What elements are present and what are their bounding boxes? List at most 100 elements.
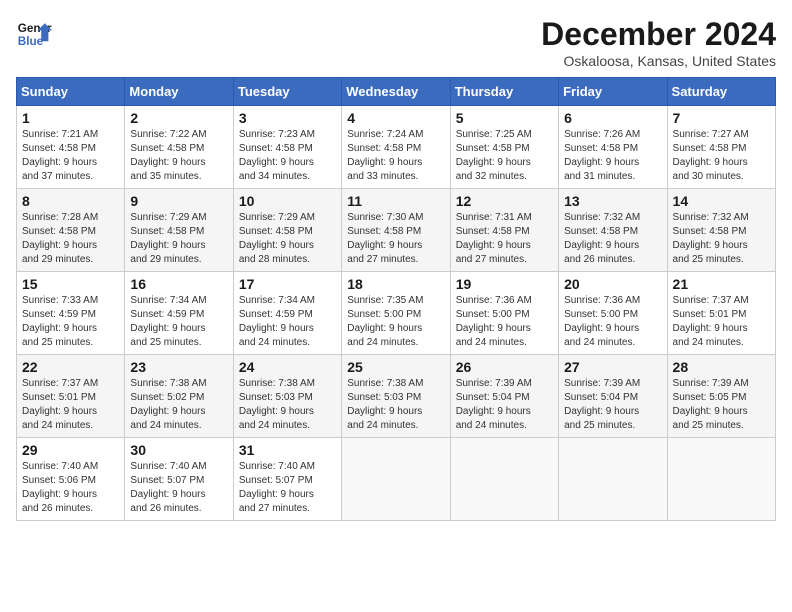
day-cell bbox=[667, 438, 775, 521]
day-cell: 19 Sunrise: 7:36 AM Sunset: 5:00 PM Dayli… bbox=[450, 272, 558, 355]
day-detail: Sunrise: 7:38 AM Sunset: 5:02 PM Dayligh… bbox=[130, 377, 227, 433]
day-cell: 13 Sunrise: 7:32 AM Sunset: 4:58 PM Dayli… bbox=[559, 189, 667, 272]
day-cell: 16 Sunrise: 7:34 AM Sunset: 4:59 PM Dayli… bbox=[125, 272, 233, 355]
day-detail: Sunrise: 7:35 AM Sunset: 5:00 PM Dayligh… bbox=[347, 294, 444, 350]
header-cell-thursday: Thursday bbox=[450, 78, 558, 106]
day-number: 11 bbox=[347, 193, 444, 209]
day-number: 18 bbox=[347, 276, 444, 292]
day-cell: 25 Sunrise: 7:38 AM Sunset: 5:03 PM Dayli… bbox=[342, 355, 450, 438]
day-number: 7 bbox=[673, 110, 770, 126]
day-cell: 12 Sunrise: 7:31 AM Sunset: 4:58 PM Dayli… bbox=[450, 189, 558, 272]
day-cell: 18 Sunrise: 7:35 AM Sunset: 5:00 PM Dayli… bbox=[342, 272, 450, 355]
day-number: 27 bbox=[564, 359, 661, 375]
week-row-1: 1 Sunrise: 7:21 AM Sunset: 4:58 PM Daylig… bbox=[17, 106, 776, 189]
day-number: 19 bbox=[456, 276, 553, 292]
day-detail: Sunrise: 7:40 AM Sunset: 5:07 PM Dayligh… bbox=[130, 460, 227, 516]
week-row-3: 15Sunrise: 7:33 AM Sunset: 4:59 PM Dayli… bbox=[17, 272, 776, 355]
day-cell: 10 Sunrise: 7:29 AM Sunset: 4:58 PM Dayli… bbox=[233, 189, 341, 272]
day-number: 25 bbox=[347, 359, 444, 375]
day-number: 3 bbox=[239, 110, 336, 126]
header-cell-sunday: Sunday bbox=[17, 78, 125, 106]
day-number: 29 bbox=[22, 442, 119, 458]
day-cell: 24 Sunrise: 7:38 AM Sunset: 5:03 PM Dayli… bbox=[233, 355, 341, 438]
calendar-body: 1 Sunrise: 7:21 AM Sunset: 4:58 PM Daylig… bbox=[17, 106, 776, 521]
day-detail: Sunrise: 7:29 AM Sunset: 4:58 PM Dayligh… bbox=[130, 211, 227, 267]
day-number: 24 bbox=[239, 359, 336, 375]
day-number: 26 bbox=[456, 359, 553, 375]
day-detail: Sunrise: 7:28 AM Sunset: 4:58 PM Dayligh… bbox=[22, 211, 119, 267]
day-number: 16 bbox=[130, 276, 227, 292]
day-number: 14 bbox=[673, 193, 770, 209]
day-cell: 2Sunrise: 7:22 AM Sunset: 4:58 PM Daylig… bbox=[125, 106, 233, 189]
week-row-4: 22 Sunrise: 7:37 AM Sunset: 5:01 PM Dayli… bbox=[17, 355, 776, 438]
day-detail: Sunrise: 7:38 AM Sunset: 5:03 PM Dayligh… bbox=[239, 377, 336, 433]
header-row: SundayMondayTuesdayWednesdayThursdayFrid… bbox=[17, 78, 776, 106]
month-title: December 2024 bbox=[541, 16, 776, 53]
day-cell bbox=[342, 438, 450, 521]
day-detail: Sunrise: 7:29 AM Sunset: 4:58 PM Dayligh… bbox=[239, 211, 336, 267]
day-detail: Sunrise: 7:34 AM Sunset: 4:59 PM Dayligh… bbox=[239, 294, 336, 350]
day-cell: 1 Sunrise: 7:21 AM Sunset: 4:58 PM Daylig… bbox=[17, 106, 125, 189]
day-number: 2 bbox=[130, 110, 227, 126]
day-detail: Sunrise: 7:36 AM Sunset: 5:00 PM Dayligh… bbox=[564, 294, 661, 350]
day-number: 10 bbox=[239, 193, 336, 209]
day-number: 31 bbox=[239, 442, 336, 458]
day-number: 6 bbox=[564, 110, 661, 126]
day-number: 9 bbox=[130, 193, 227, 209]
day-cell: 15Sunrise: 7:33 AM Sunset: 4:59 PM Dayli… bbox=[17, 272, 125, 355]
day-cell: 3Sunrise: 7:23 AM Sunset: 4:58 PM Daylig… bbox=[233, 106, 341, 189]
header-cell-monday: Monday bbox=[125, 78, 233, 106]
day-number: 1 bbox=[22, 110, 119, 126]
day-detail: Sunrise: 7:31 AM Sunset: 4:58 PM Dayligh… bbox=[456, 211, 553, 267]
day-cell: 9 Sunrise: 7:29 AM Sunset: 4:58 PM Daylig… bbox=[125, 189, 233, 272]
day-cell: 22 Sunrise: 7:37 AM Sunset: 5:01 PM Dayli… bbox=[17, 355, 125, 438]
day-number: 13 bbox=[564, 193, 661, 209]
day-detail: Sunrise: 7:38 AM Sunset: 5:03 PM Dayligh… bbox=[347, 377, 444, 433]
day-cell: 8 Sunrise: 7:28 AM Sunset: 4:58 PM Daylig… bbox=[17, 189, 125, 272]
day-number: 12 bbox=[456, 193, 553, 209]
day-detail: Sunrise: 7:40 AM Sunset: 5:06 PM Dayligh… bbox=[22, 460, 119, 516]
page-header: General Blue General Blue December 2024 … bbox=[16, 16, 776, 69]
day-detail: Sunrise: 7:21 AM Sunset: 4:58 PM Dayligh… bbox=[22, 128, 119, 184]
day-detail: Sunrise: 7:30 AM Sunset: 4:58 PM Dayligh… bbox=[347, 211, 444, 267]
day-cell: 23 Sunrise: 7:38 AM Sunset: 5:02 PM Dayli… bbox=[125, 355, 233, 438]
day-cell: 26Sunrise: 7:39 AM Sunset: 5:04 PM Dayli… bbox=[450, 355, 558, 438]
header-cell-wednesday: Wednesday bbox=[342, 78, 450, 106]
day-cell bbox=[450, 438, 558, 521]
day-cell: 6Sunrise: 7:26 AM Sunset: 4:58 PM Daylig… bbox=[559, 106, 667, 189]
day-cell bbox=[559, 438, 667, 521]
header-cell-tuesday: Tuesday bbox=[233, 78, 341, 106]
day-number: 4 bbox=[347, 110, 444, 126]
day-number: 23 bbox=[130, 359, 227, 375]
day-cell: 17 Sunrise: 7:34 AM Sunset: 4:59 PM Dayli… bbox=[233, 272, 341, 355]
day-number: 17 bbox=[239, 276, 336, 292]
day-cell: 7 Sunrise: 7:27 AM Sunset: 4:58 PM Daylig… bbox=[667, 106, 775, 189]
day-detail: Sunrise: 7:36 AM Sunset: 5:00 PM Dayligh… bbox=[456, 294, 553, 350]
day-number: 8 bbox=[22, 193, 119, 209]
day-cell: 21 Sunrise: 7:37 AM Sunset: 5:01 PM Dayli… bbox=[667, 272, 775, 355]
day-cell: 20 Sunrise: 7:36 AM Sunset: 5:00 PM Dayli… bbox=[559, 272, 667, 355]
week-row-5: 29 Sunrise: 7:40 AM Sunset: 5:06 PM Dayli… bbox=[17, 438, 776, 521]
svg-text:Blue: Blue bbox=[18, 35, 44, 48]
day-detail: Sunrise: 7:34 AM Sunset: 4:59 PM Dayligh… bbox=[130, 294, 227, 350]
day-number: 21 bbox=[673, 276, 770, 292]
day-detail: Sunrise: 7:39 AM Sunset: 5:04 PM Dayligh… bbox=[564, 377, 661, 433]
calendar-header: SundayMondayTuesdayWednesdayThursdayFrid… bbox=[17, 78, 776, 106]
day-number: 22 bbox=[22, 359, 119, 375]
calendar-table: SundayMondayTuesdayWednesdayThursdayFrid… bbox=[16, 77, 776, 521]
day-cell: 4Sunrise: 7:24 AM Sunset: 4:58 PM Daylig… bbox=[342, 106, 450, 189]
day-number: 28 bbox=[673, 359, 770, 375]
day-number: 20 bbox=[564, 276, 661, 292]
day-cell: 28 Sunrise: 7:39 AM Sunset: 5:05 PM Dayli… bbox=[667, 355, 775, 438]
header-cell-friday: Friday bbox=[559, 78, 667, 106]
day-number: 5 bbox=[456, 110, 553, 126]
day-cell: 27 Sunrise: 7:39 AM Sunset: 5:04 PM Dayli… bbox=[559, 355, 667, 438]
header-cell-saturday: Saturday bbox=[667, 78, 775, 106]
day-detail: Sunrise: 7:37 AM Sunset: 5:01 PM Dayligh… bbox=[673, 294, 770, 350]
day-detail: Sunrise: 7:37 AM Sunset: 5:01 PM Dayligh… bbox=[22, 377, 119, 433]
day-detail: Sunrise: 7:32 AM Sunset: 4:58 PM Dayligh… bbox=[564, 211, 661, 267]
day-detail: Sunrise: 7:27 AM Sunset: 4:58 PM Dayligh… bbox=[673, 128, 770, 184]
day-detail: Sunrise: 7:32 AM Sunset: 4:58 PM Dayligh… bbox=[673, 211, 770, 267]
title-area: December 2024 Oskaloosa, Kansas, United … bbox=[541, 16, 776, 69]
day-detail: Sunrise: 7:39 AM Sunset: 5:05 PM Dayligh… bbox=[673, 377, 770, 433]
